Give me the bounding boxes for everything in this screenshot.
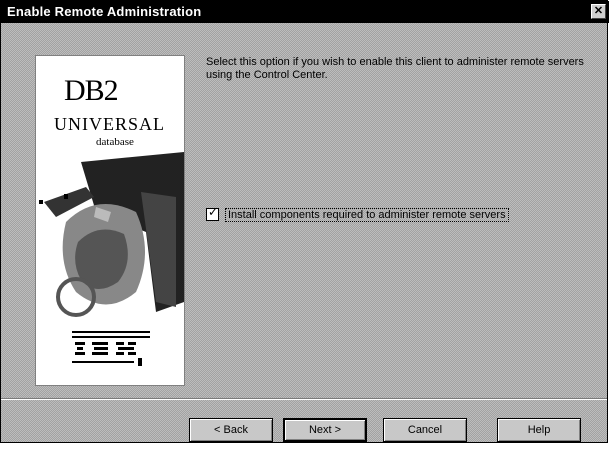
- db2-splash-image: DB2 UNIVERSAL database: [35, 55, 185, 386]
- window-title: Enable Remote Administration: [7, 4, 202, 19]
- logo-universal: UNIVERSAL: [54, 114, 165, 134]
- option-description: Select this option if you wish to enable…: [206, 56, 584, 81]
- close-glyph: ✕: [593, 5, 604, 17]
- installer-dialog: Enable Remote Administration ✕ DB2 UNIVE…: [0, 0, 609, 443]
- logo-database: database: [96, 136, 134, 148]
- logo-db2: DB2: [64, 74, 119, 107]
- help-button[interactable]: Help: [497, 418, 581, 442]
- button-divider: [1, 398, 607, 400]
- splash-artwork: [39, 152, 184, 317]
- ibm-logo: [72, 331, 150, 366]
- install-components-checkbox[interactable]: ✓: [206, 205, 219, 221]
- back-button[interactable]: < Back: [189, 418, 273, 442]
- install-components-option[interactable]: ✓ Install components required to adminis…: [206, 205, 509, 223]
- check-icon: ✓: [208, 205, 219, 219]
- cancel-button[interactable]: Cancel: [383, 418, 467, 442]
- close-icon[interactable]: ✕: [591, 4, 606, 19]
- next-button[interactable]: Next >: [283, 418, 367, 442]
- install-components-label[interactable]: Install components required to administe…: [225, 207, 509, 222]
- title-bar[interactable]: Enable Remote Administration ✕: [1, 1, 609, 23]
